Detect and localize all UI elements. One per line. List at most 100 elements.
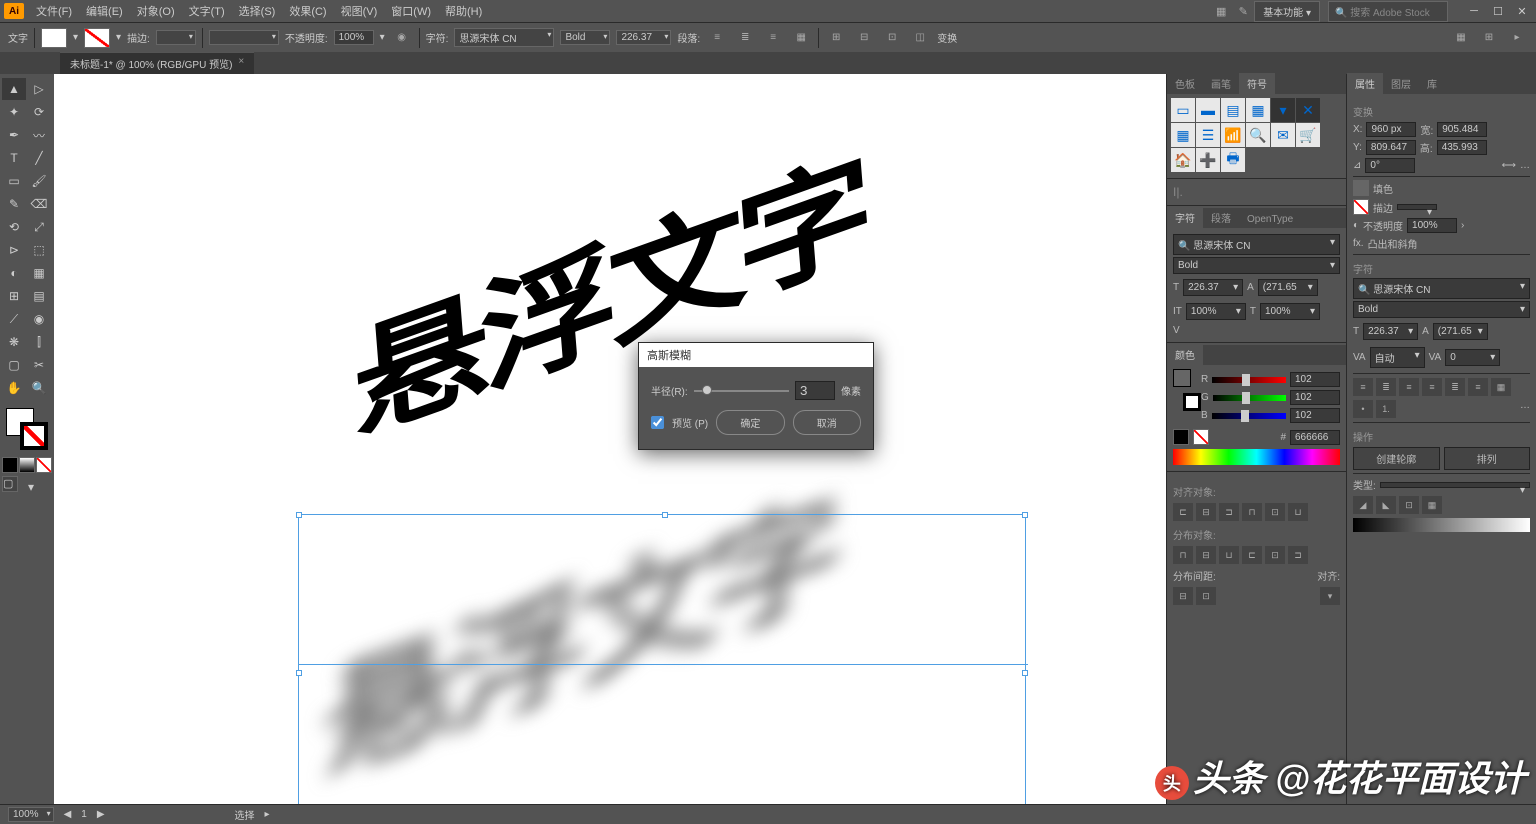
magic-wand-tool[interactable]: ✦ (2, 101, 26, 123)
y-field[interactable]: 809.647 (1366, 140, 1416, 155)
align-bottom[interactable]: ⊔ (1288, 503, 1308, 521)
hex-value[interactable]: 666666 (1290, 430, 1340, 445)
symbol-item[interactable]: 🛒 (1296, 123, 1320, 147)
type-tool[interactable]: T (2, 147, 26, 169)
b-slider[interactable] (1212, 413, 1286, 419)
mesh-tool[interactable]: ⊞ (2, 285, 26, 307)
stroke-dd-icon[interactable]: ▾ (116, 32, 121, 43)
tab-properties[interactable]: 属性 (1347, 73, 1383, 94)
opacity-field[interactable]: 100% (334, 30, 374, 45)
symbol-item[interactable]: ☰ (1196, 123, 1220, 147)
stroke-w-dd[interactable] (1397, 204, 1437, 210)
color-spectrum[interactable] (1173, 449, 1340, 465)
p-align-r[interactable]: ≡ (1399, 378, 1419, 396)
path-op-4[interactable]: ▦ (1422, 496, 1442, 514)
symbol-item[interactable]: ▾ (1271, 98, 1295, 122)
align-left[interactable]: ⊏ (1173, 503, 1193, 521)
share-icon[interactable]: ✎ (1232, 0, 1254, 22)
stroke-swatch[interactable] (84, 28, 110, 48)
char-leading[interactable]: (271.65 (1258, 279, 1318, 296)
selection-bounds[interactable] (298, 514, 1026, 804)
font-weight-dd[interactable]: Bold (560, 30, 610, 45)
align-top[interactable]: ⊓ (1242, 503, 1262, 521)
nav-next-icon[interactable]: ▶ (97, 809, 105, 820)
w-field[interactable]: 905.484 (1437, 122, 1487, 137)
char2-size[interactable]: 226.37 (1363, 323, 1418, 340)
eyedropper-tool[interactable]: ⟋ (2, 308, 26, 330)
symbol-item[interactable]: ➕ (1196, 148, 1220, 172)
eraser-tool[interactable]: ⌫ (27, 193, 51, 215)
width-tool[interactable]: ⊳ (2, 239, 26, 261)
char2-weight[interactable]: Bold (1353, 301, 1530, 318)
prefs-icon[interactable]: ⊞ (1478, 27, 1500, 49)
rotate-tool[interactable]: ⟲ (2, 216, 26, 238)
menu-effect[interactable]: 效果(C) (283, 1, 332, 21)
justify-icon[interactable]: ▦ (790, 27, 812, 49)
align-center-icon[interactable]: ≣ (734, 27, 756, 49)
tab-brushes[interactable]: 画笔 (1203, 73, 1239, 94)
char-size[interactable]: 226.37 (1183, 279, 1243, 296)
align-right[interactable]: ⊐ (1219, 503, 1239, 521)
menu-select[interactable]: 选择(S) (233, 1, 282, 21)
cancel-button[interactable]: 取消 (793, 410, 861, 435)
align-vcenter[interactable]: ⊡ (1265, 503, 1285, 521)
maximize-button[interactable]: ☐ (1488, 5, 1508, 17)
doc-setup-icon[interactable]: ▦ (1450, 27, 1472, 49)
p-just-r[interactable]: ≡ (1468, 378, 1488, 396)
char-font-dd[interactable]: 🔍 思源宋体 CN (1173, 234, 1340, 255)
symbol-item[interactable]: ▬ (1196, 98, 1220, 122)
ok-button[interactable]: 确定 (716, 410, 784, 435)
tab-color[interactable]: 颜色 (1167, 344, 1203, 365)
align-to-dd[interactable]: ▾ (1320, 587, 1340, 605)
create-outlines-btn[interactable]: 创建轮廓 (1353, 447, 1440, 470)
h-field[interactable]: 435.993 (1437, 140, 1487, 155)
tab-libraries[interactable]: 库 (1419, 73, 1445, 94)
p-just-c[interactable]: ≣ (1445, 378, 1465, 396)
nav-prev-icon[interactable]: ◀ (64, 809, 72, 820)
symbol-item[interactable]: 🔍 (1246, 123, 1270, 147)
dist-hspace[interactable]: ⊡ (1196, 587, 1216, 605)
rectangle-tool[interactable]: ▭ (2, 170, 26, 192)
radius-input[interactable] (795, 381, 835, 400)
panel-toggle-icon[interactable]: ▸ (1506, 27, 1528, 49)
list-bullet[interactable]: • (1353, 400, 1373, 418)
close-tab-icon[interactable]: × (238, 56, 244, 71)
menu-edit[interactable]: 编辑(E) (80, 1, 129, 21)
graph-tool[interactable]: ⫿ (27, 331, 51, 353)
screen-mode-dd[interactable]: ▾ (19, 476, 43, 498)
align-icon[interactable]: ⊟ (853, 27, 875, 49)
artboard-tool[interactable]: ▢ (2, 354, 26, 376)
arrange-btn[interactable]: 排列 (1444, 447, 1531, 470)
screen-mode-normal[interactable]: ▢ (2, 476, 18, 492)
align-right-icon[interactable]: ≡ (762, 27, 784, 49)
workspace-switcher[interactable]: 基本功能 ▾ (1254, 1, 1320, 22)
line-tool[interactable]: ╱ (27, 147, 51, 169)
distribute-icon[interactable]: ⊡ (881, 27, 903, 49)
angle-field[interactable]: 0° (1365, 158, 1415, 173)
menu-file[interactable]: 文件(F) (30, 1, 78, 21)
fill-dd-icon[interactable]: ▾ (73, 32, 78, 43)
dist-vcenter[interactable]: ⊟ (1196, 546, 1216, 564)
fill-stroke-control[interactable] (2, 404, 52, 454)
b-value[interactable]: 102 (1290, 408, 1340, 423)
zoom-dd[interactable]: 100% (8, 807, 54, 822)
color-fill-swatch[interactable] (1173, 369, 1191, 387)
char2-leading[interactable]: (271.65 (1433, 323, 1488, 340)
tab-symbols[interactable]: 符号 (1239, 73, 1275, 94)
dist-vspace[interactable]: ⊟ (1173, 587, 1193, 605)
tab-paragraph[interactable]: 段落 (1203, 207, 1239, 228)
sw-black[interactable] (1173, 429, 1189, 445)
color-mode-none[interactable] (36, 457, 52, 473)
lasso-tool[interactable]: ⟳ (27, 101, 51, 123)
dist-top[interactable]: ⊓ (1173, 546, 1193, 564)
p-just-l[interactable]: ≡ (1422, 378, 1442, 396)
char-hscale[interactable]: 100% (1260, 303, 1320, 320)
gradient-tool[interactable]: ▤ (27, 285, 51, 307)
layout-icon[interactable]: ▦ (1210, 0, 1232, 22)
perspective-tool[interactable]: ▦ (27, 262, 51, 284)
blend-tool[interactable]: ◉ (27, 308, 51, 330)
color-mode-solid[interactable] (2, 457, 18, 473)
char2-tracking[interactable]: 0 (1445, 349, 1500, 366)
pen-tool[interactable]: ✒ (2, 124, 26, 146)
align-hcenter[interactable]: ⊟ (1196, 503, 1216, 521)
